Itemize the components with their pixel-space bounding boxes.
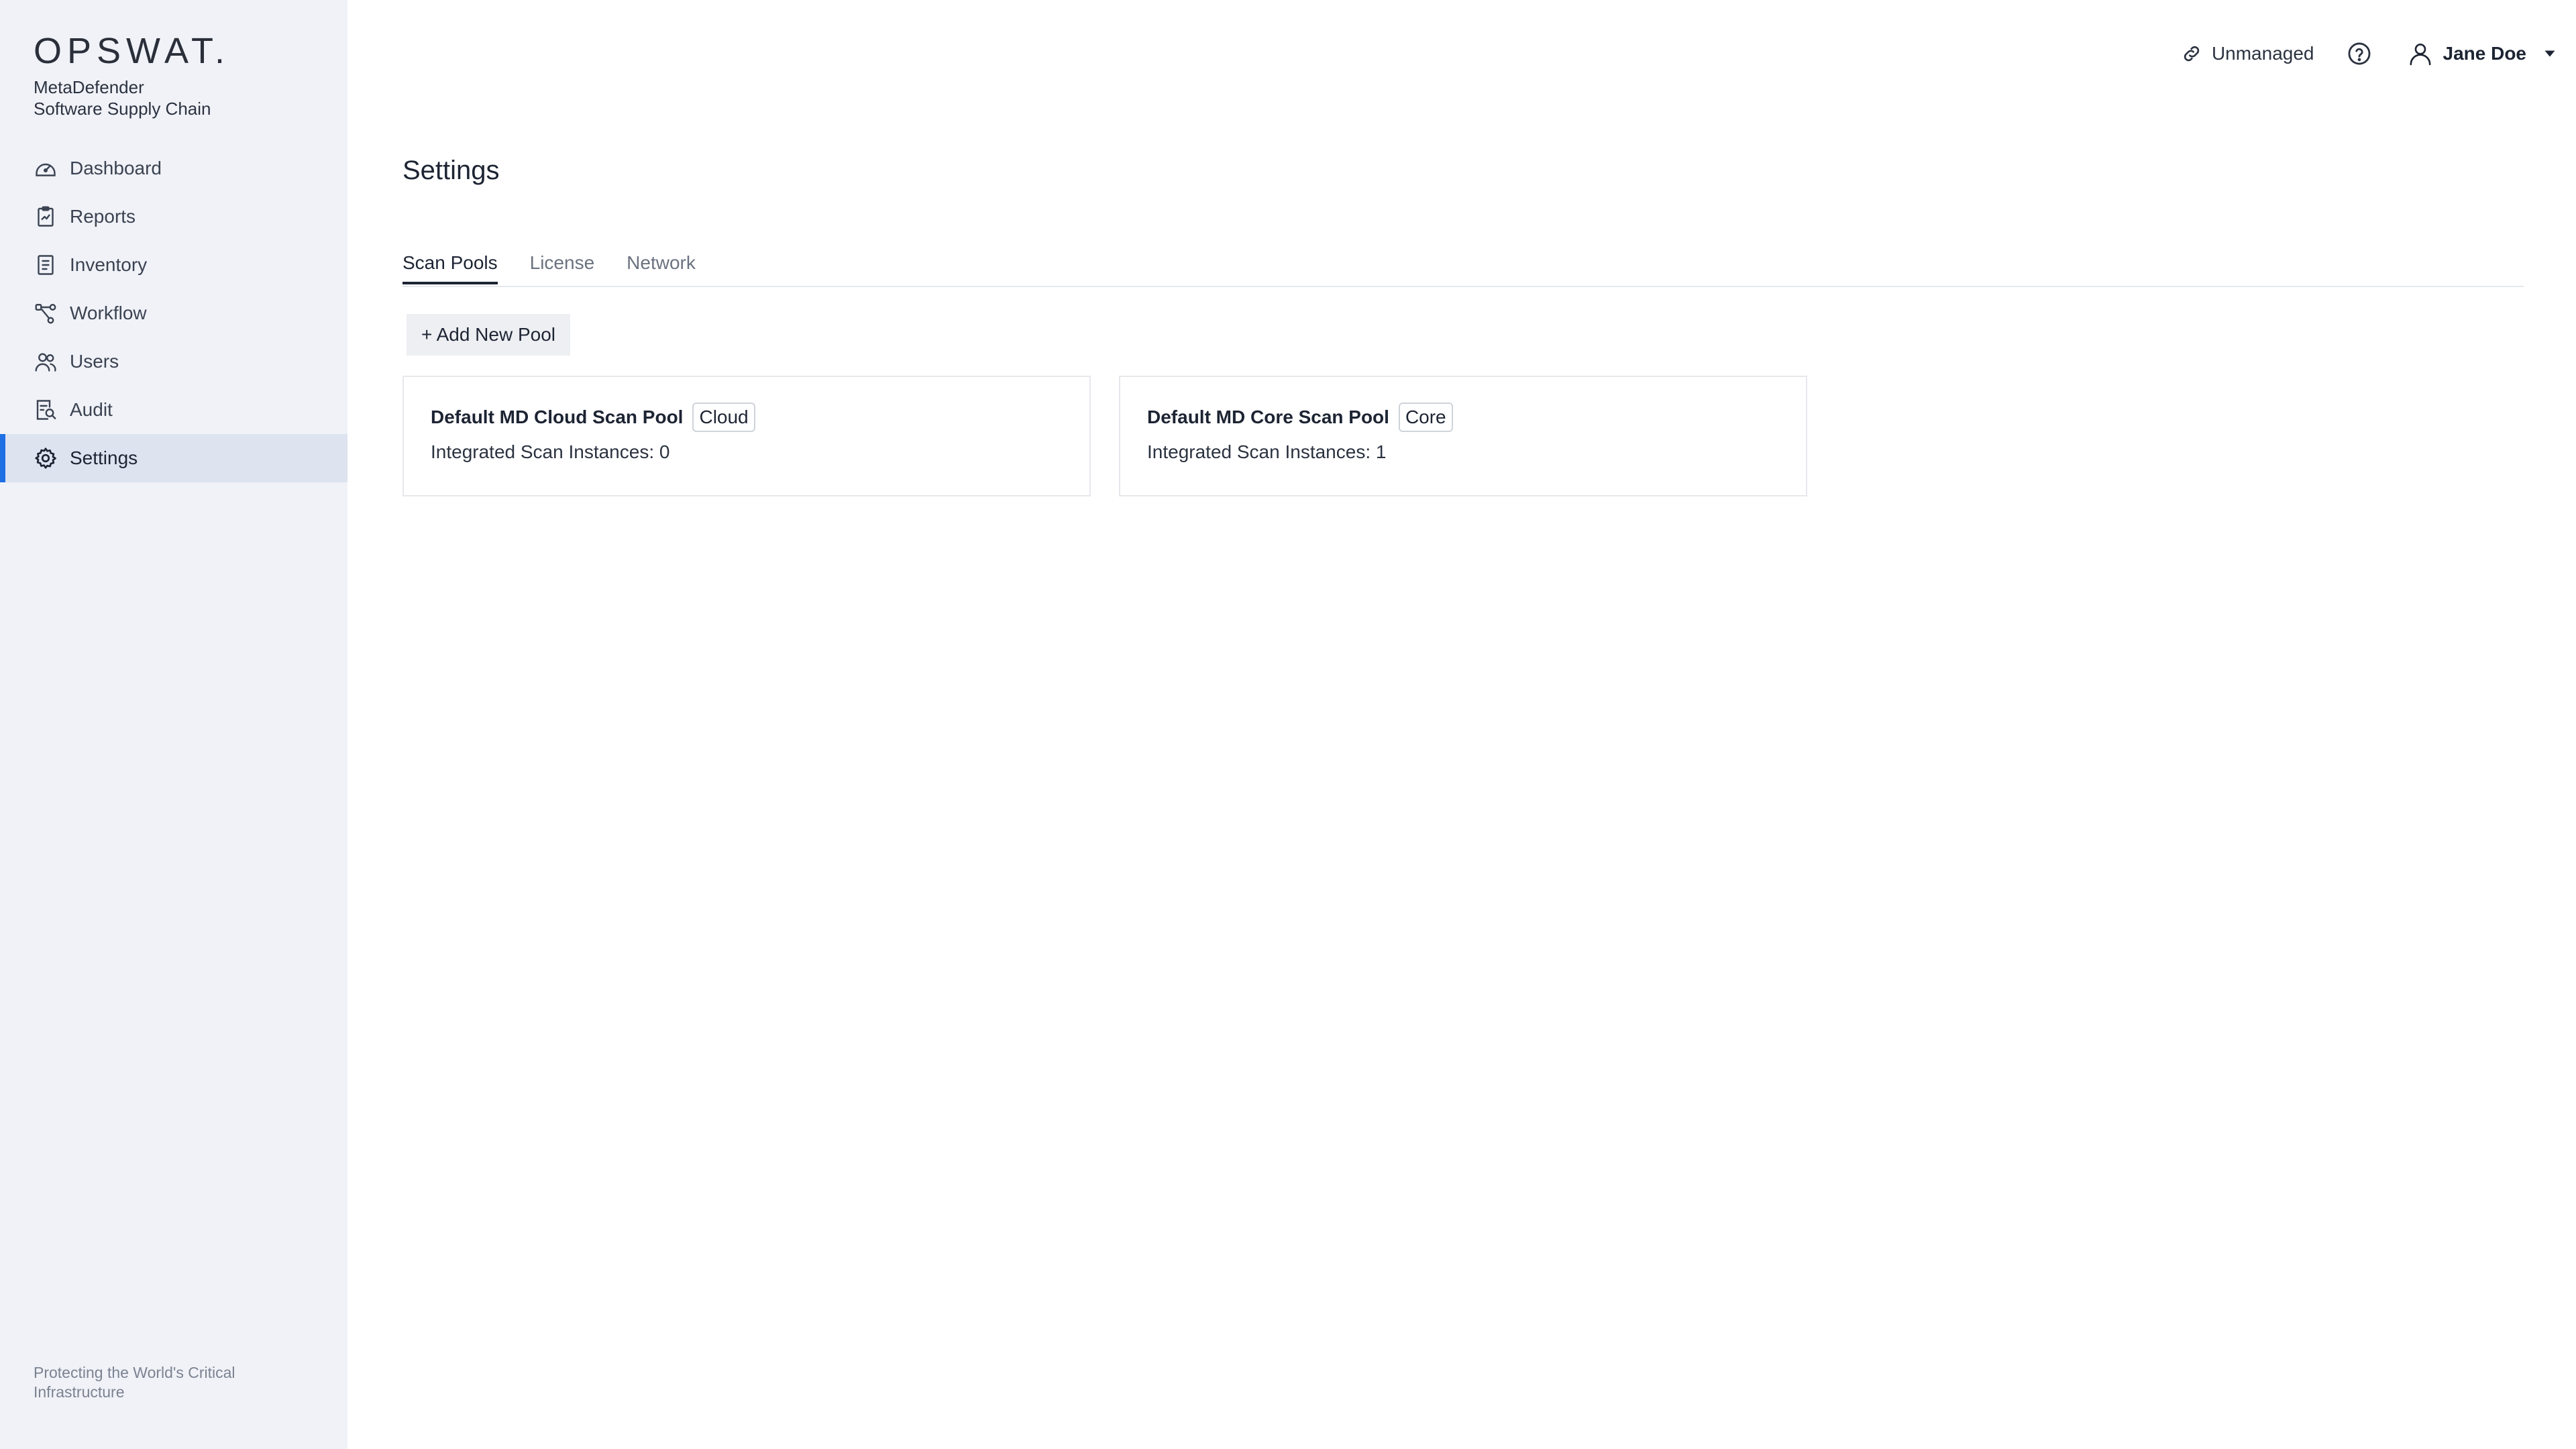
sidebar-item-label: Settings	[70, 447, 138, 468]
pool-name: Default MD Cloud Scan Pool	[431, 407, 684, 427]
scan-pool-card-cloud[interactable]: Default MD Cloud Scan Pool Cloud Integra…	[402, 376, 1091, 496]
settings-tabs: Scan Pools License Network	[402, 251, 2524, 287]
sidebar-item-settings[interactable]: Settings	[0, 434, 347, 482]
chevron-down-icon	[2544, 50, 2556, 58]
pool-name: Default MD Core Scan Pool	[1147, 407, 1389, 427]
product-name: MetaDefender Software Supply Chain	[34, 76, 230, 119]
tab-scan-pools[interactable]: Scan Pools	[402, 251, 498, 284]
product-name-line2: Software Supply Chain	[34, 99, 211, 119]
sidebar-item-users[interactable]: Users	[0, 337, 347, 386]
help-button[interactable]	[2347, 41, 2372, 66]
inventory-list-icon	[34, 253, 58, 277]
user-menu[interactable]: Jane Doe	[2407, 40, 2557, 67]
audit-doc-icon	[34, 398, 58, 422]
sidebar-item-workflow[interactable]: Workflow	[0, 289, 347, 337]
workflow-nodes-icon	[34, 301, 58, 325]
user-name: Jane Doe	[2443, 43, 2527, 64]
pool-instances: Integrated Scan Instances: 0	[431, 441, 670, 462]
product-name-line1: MetaDefender	[34, 77, 144, 97]
scan-pool-card-core[interactable]: Default MD Core Scan Pool Core Integrate…	[1119, 376, 1807, 496]
tab-network[interactable]: Network	[627, 251, 696, 284]
card-header: Default MD Core Scan Pool Core	[1147, 402, 1453, 432]
dashboard-gauge-icon	[34, 156, 58, 180]
pool-type-badge: Cloud	[692, 402, 755, 432]
sidebar-nav: Dashboard Reports Inventory Workflow Use…	[0, 144, 347, 482]
sidebar-item-reports[interactable]: Reports	[0, 193, 347, 241]
sidebar-item-label: Audit	[70, 399, 113, 420]
brand: OPSWAT. MetaDefender Software Supply Cha…	[34, 31, 230, 119]
tab-license[interactable]: License	[530, 251, 595, 284]
pool-instances: Integrated Scan Instances: 1	[1147, 441, 1387, 462]
management-status-label: Unmanaged	[2211, 43, 2314, 64]
sidebar-footer-tagline: Protecting the World's Critical Infrastr…	[34, 1364, 235, 1401]
gear-icon	[34, 446, 58, 470]
sidebar-item-inventory[interactable]: Inventory	[0, 241, 347, 289]
user-icon	[2407, 40, 2434, 67]
opswat-logo[interactable]: OPSWAT.	[34, 31, 230, 71]
management-status[interactable]: Unmanaged	[2181, 43, 2314, 64]
sidebar-item-audit[interactable]: Audit	[0, 386, 347, 434]
page-title: Settings	[402, 156, 500, 185]
sidebar-item-label: Users	[70, 351, 119, 372]
sidebar-item-label: Reports	[70, 206, 136, 227]
topbar: Unmanaged Jane Doe	[2181, 35, 2556, 72]
sidebar-item-label: Dashboard	[70, 158, 162, 178]
add-new-pool-button[interactable]: + Add New Pool	[407, 314, 570, 356]
help-icon	[2347, 41, 2372, 66]
pool-type-badge: Core	[1398, 402, 1453, 432]
sidebar-item-label: Workflow	[70, 303, 147, 323]
users-group-icon	[34, 350, 58, 374]
card-header: Default MD Cloud Scan Pool Cloud	[431, 402, 755, 432]
link-icon	[2181, 43, 2202, 64]
reports-clipboard-icon	[34, 205, 58, 229]
sidebar: OPSWAT. MetaDefender Software Supply Cha…	[0, 0, 347, 1449]
sidebar-item-dashboard[interactable]: Dashboard	[0, 144, 347, 193]
sidebar-item-label: Inventory	[70, 254, 148, 275]
